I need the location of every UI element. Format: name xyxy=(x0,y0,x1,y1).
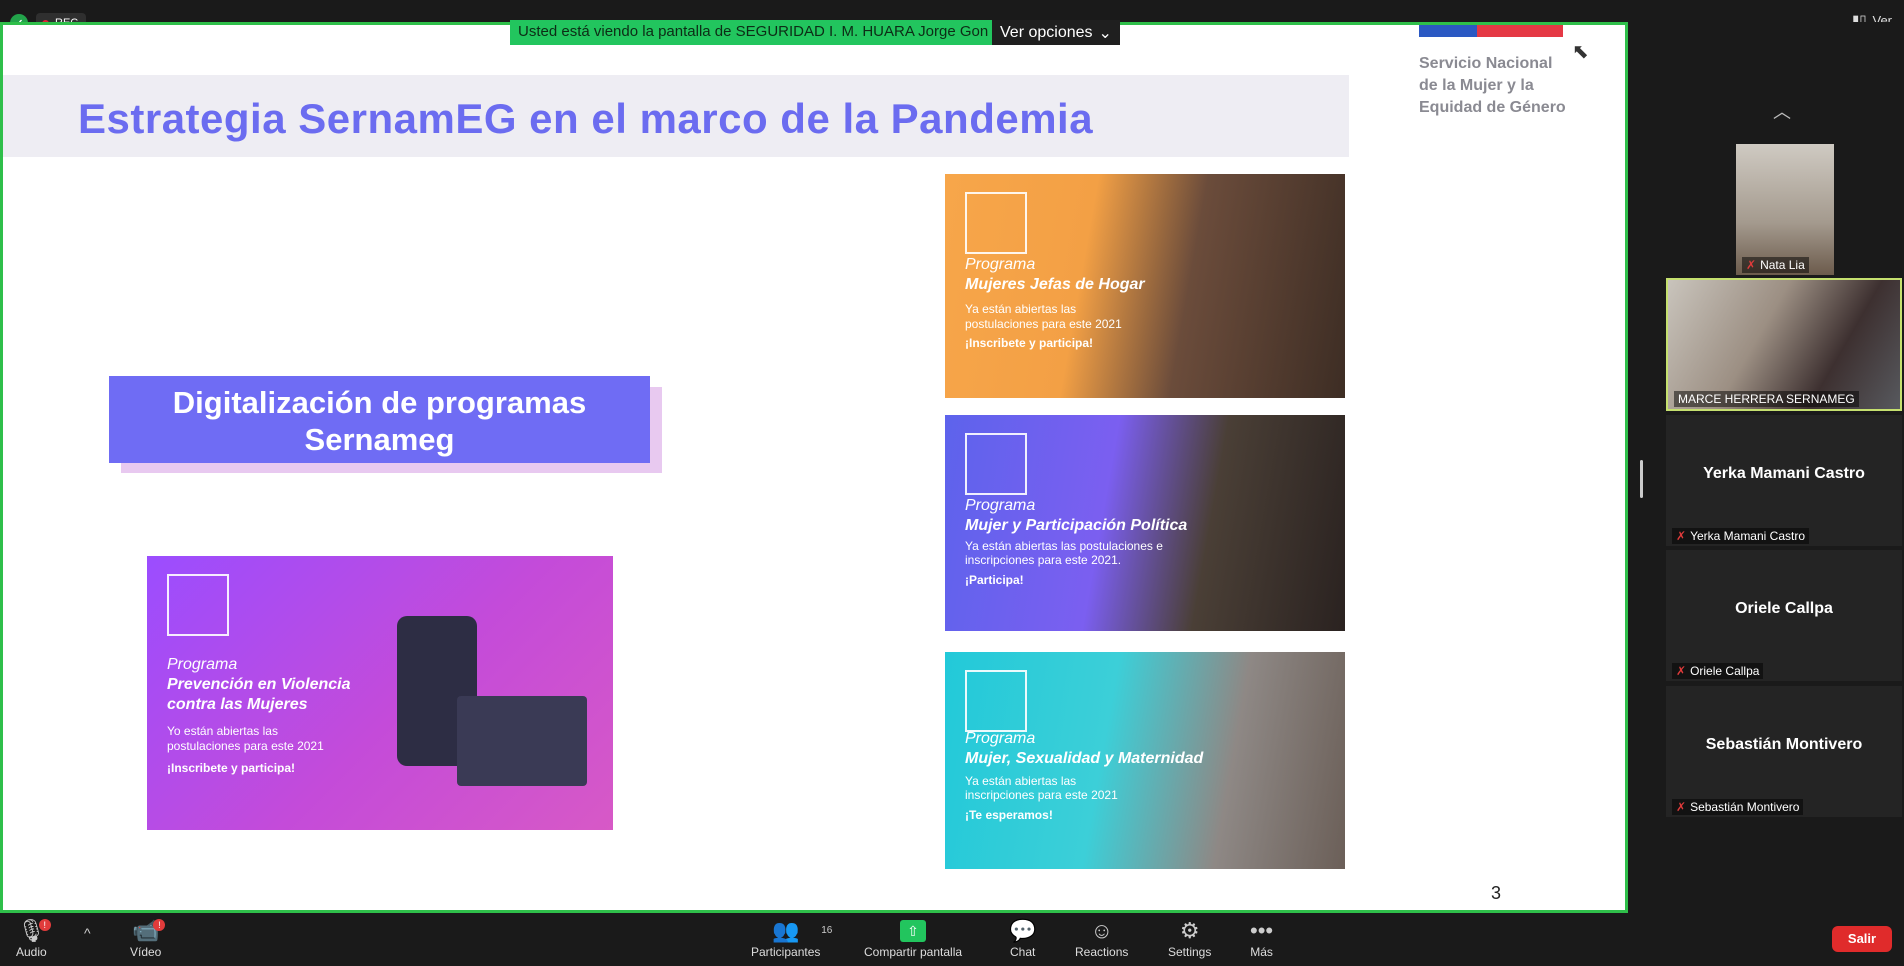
poster-sexualidad-maternidad: Programa Mujer, Sexualidad y Maternidad … xyxy=(945,652,1345,869)
participant-name-tag: MARCE HERRERA SERNAMEG xyxy=(1674,391,1859,407)
chat-icon: 💬 xyxy=(1009,918,1037,943)
poster-sub-line-1: Ya están abiertas las postulaciones e xyxy=(965,539,1163,553)
digital-box-line-1: Digitalización de programas xyxy=(172,385,587,420)
participant-tile-video[interactable]: ✗ Nata Lia xyxy=(1736,144,1834,275)
video-label: Vídeo xyxy=(130,945,162,959)
audio-button[interactable]: 🎙! Audio xyxy=(16,917,51,959)
share-screen-button[interactable]: ⇧ Compartir pantalla xyxy=(864,917,962,959)
logo-line-2: de la Mujer y la xyxy=(1419,77,1534,94)
video-camera-icon: 📹! xyxy=(130,917,166,945)
government-seal-icon xyxy=(965,670,1027,732)
poster-name-line-1: Mujeres Jefas de Hogar xyxy=(965,276,1145,293)
participant-name-tag: ✗ Nata Lia xyxy=(1742,257,1809,273)
share-screen-icon: ⇧ xyxy=(900,920,927,942)
view-options-button[interactable]: Ver opciones ⌄ xyxy=(992,20,1120,45)
flag-stripe xyxy=(1419,25,1563,37)
share-screen-label: Compartir pantalla xyxy=(864,945,963,959)
poster-sub-line-2: postulaciones para este 2021 xyxy=(167,739,324,753)
poster-cta: ¡Te esperamos! xyxy=(965,808,1053,822)
participant-name: Nata Lia xyxy=(1760,258,1805,272)
more-button[interactable]: ••• Más xyxy=(1250,917,1273,959)
mic-muted-icon: ✗ xyxy=(1676,664,1687,678)
poster-sub-line-1: Yo están abiertas las xyxy=(167,724,278,738)
poster-mujeres-jefas-hogar: Programa Mujeres Jefas de Hogar Ya están… xyxy=(945,174,1345,398)
gallery-resize-handle[interactable] xyxy=(1640,460,1643,498)
audio-options-chevron-icon[interactable]: ^ xyxy=(84,925,91,941)
participants-label: Participantes xyxy=(751,945,821,959)
video-button[interactable]: 📹! Vídeo xyxy=(130,917,166,959)
poster-program-label: Programa xyxy=(167,656,238,673)
audio-label: Audio xyxy=(16,945,47,959)
share-banner-message: Usted está viendo la pantalla de SEGURID… xyxy=(510,20,992,45)
participants-button[interactable]: 👥 16 Participantes xyxy=(751,917,833,959)
participant-tile[interactable]: Sebastián Montivero ✗ Sebastián Montivero xyxy=(1666,686,1902,817)
participant-name: MARCE HERRERA SERNAMEG xyxy=(1678,392,1855,406)
poster-cta: ¡Participa! xyxy=(965,573,1024,587)
leave-meeting-button[interactable]: Salir xyxy=(1832,926,1892,952)
participant-name-tag: ✗ Sebastián Montivero xyxy=(1672,799,1804,815)
chat-label: Chat xyxy=(1010,945,1036,959)
microphone-icon: 🎙! xyxy=(16,917,51,945)
chevron-down-icon: ⌄ xyxy=(1098,24,1112,42)
reactions-button[interactable]: ☺ Reactions xyxy=(1075,917,1128,959)
settings-label: Settings xyxy=(1168,945,1212,959)
logo-line-1: Servicio Nacional xyxy=(1419,55,1553,72)
gear-icon: ⚙ xyxy=(1179,918,1200,943)
mic-muted-icon: ✗ xyxy=(1676,529,1687,543)
mic-muted-icon: ✗ xyxy=(1676,800,1687,814)
slide-title: Estrategia SernamEG en el marco de la Pa… xyxy=(78,95,1094,142)
chevron-up-icon[interactable]: ︿ xyxy=(1773,98,1791,124)
participant-name: Yerka Mamani Castro xyxy=(1690,529,1805,543)
participants-icon: 👥 16 xyxy=(771,918,833,943)
chat-button[interactable]: 💬 Chat xyxy=(1009,917,1036,959)
digital-box-line-2: Sernameg xyxy=(304,422,455,457)
settings-button[interactable]: ⚙ Settings xyxy=(1168,917,1211,959)
poster-program-label: Programa xyxy=(965,256,1036,273)
reactions-label: Reactions xyxy=(1075,945,1129,959)
poster-sub-line-1: Ya están abiertas las xyxy=(965,774,1077,788)
poster-sub-line-2: inscripciones para este 2021. xyxy=(965,553,1122,567)
sernameg-logo-text: Servicio Nacional de la Mujer y la Equid… xyxy=(1419,53,1566,119)
mic-muted-icon: ✗ xyxy=(1746,258,1757,272)
participant-name-tag: ✗ Yerka Mamani Castro xyxy=(1672,528,1809,544)
poster-sub-line-2: postulaciones para este 2021 xyxy=(965,317,1122,331)
poster-cta: ¡Inscribete y participa! xyxy=(167,761,296,775)
poster-cta: ¡Inscribete y participa! xyxy=(965,336,1094,350)
participant-name-tag: ✗ Oriele Callpa xyxy=(1672,663,1764,679)
government-seal-icon xyxy=(167,574,229,636)
more-dots-icon: ••• xyxy=(1250,918,1274,943)
participants-count: 16 xyxy=(821,925,833,936)
poster-sub-line-1: Ya están abiertas las xyxy=(965,302,1077,316)
participant-display-name: Sebastián Montivero xyxy=(1705,736,1863,753)
screen-share-banner: Usted está viendo la pantalla de SEGURID… xyxy=(510,20,1120,45)
slide-page-number: 3 xyxy=(1491,883,1502,903)
mouse-cursor-icon: ⬉ xyxy=(1572,41,1589,63)
poster-name-line-1: Prevención en Violencia xyxy=(167,676,351,693)
participant-tile[interactable]: Oriele Callpa ✗ Oriele Callpa xyxy=(1666,550,1902,681)
more-label: Más xyxy=(1250,945,1273,959)
participant-name: Sebastián Montivero xyxy=(1690,800,1800,814)
poster-prevencion-violencia: Programa Prevención en Violencia contra … xyxy=(147,556,613,830)
participant-tile[interactable]: Yerka Mamani Castro ✗ Yerka Mamani Castro xyxy=(1666,415,1902,546)
digital-programs-box: Digitalización de programas Sernameg xyxy=(109,376,650,463)
shared-screen: Servicio Nacional de la Mujer y la Equid… xyxy=(0,22,1628,913)
poster-sub-line-2: inscripciones para este 2021 xyxy=(965,788,1118,802)
government-seal-icon xyxy=(965,433,1027,495)
participant-display-name: Yerka Mamani Castro xyxy=(1703,465,1865,482)
government-seal-icon xyxy=(965,192,1027,254)
participant-name: Oriele Callpa xyxy=(1690,664,1760,678)
poster-name-line-1: Mujer y Participación Política xyxy=(965,517,1188,534)
view-options-label: Ver opciones xyxy=(1000,23,1093,41)
reactions-icon: ☺ xyxy=(1090,918,1113,943)
alert-badge: ! xyxy=(38,919,51,931)
poster-name-line-1: Mujer, Sexualidad y Maternidad xyxy=(965,750,1204,767)
poster-program-label: Programa xyxy=(965,497,1036,514)
logo-line-3: Equidad de Género xyxy=(1419,99,1566,116)
laptop-illustration-icon xyxy=(457,696,587,786)
participant-display-name: Oriele Callpa xyxy=(1735,600,1833,617)
poster-program-label: Programa xyxy=(965,730,1036,747)
active-speaker-tile[interactable]: MARCE HERRERA SERNAMEG xyxy=(1666,278,1902,411)
poster-participacion-politica: Programa Mujer y Participación Política … xyxy=(945,415,1345,631)
poster-name-line-2: contra las Mujeres xyxy=(167,696,308,713)
